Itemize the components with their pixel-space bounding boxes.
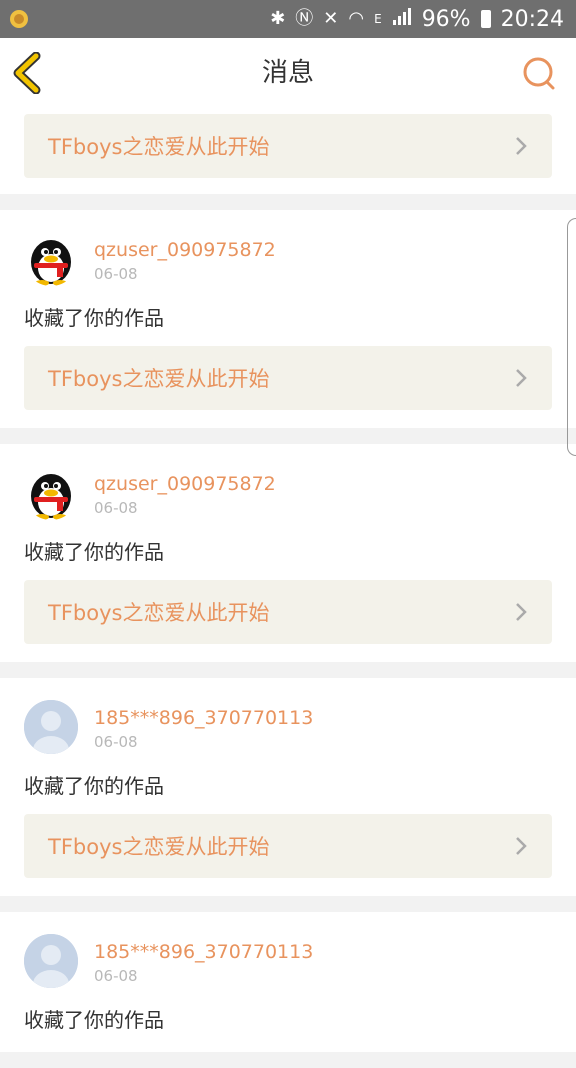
page-title: 消息 [261, 58, 314, 88]
avatar[interactable] [24, 466, 78, 520]
message-date: 06-08 [94, 733, 138, 751]
network-type: E [374, 12, 382, 26]
default-avatar-icon [24, 934, 78, 988]
avatar[interactable] [24, 934, 78, 988]
bluetooth-icon: ✱ [270, 8, 286, 29]
username[interactable]: qzuser_090975872 [94, 472, 276, 496]
message-card: qzuser_090975872 06-08 收藏了你的作品 TFboys之恋爱… [0, 210, 576, 428]
message-card: 185***896_370770113 06-08 收藏了你的作品 [0, 912, 576, 1052]
work-link[interactable]: TFboys之恋爱从此开始 [24, 114, 552, 178]
work-link[interactable]: TFboys之恋爱从此开始 [24, 580, 552, 644]
work-title: TFboys之恋爱从此开始 [48, 601, 270, 625]
avatar[interactable] [24, 232, 78, 286]
message-date: 06-08 [94, 265, 138, 283]
username[interactable]: qzuser_090975872 [94, 238, 276, 262]
message-card: qzuser_090975872 06-08 收藏了你的作品 TFboys之恋爱… [0, 444, 576, 662]
battery-icon [480, 10, 491, 28]
work-title: TFboys之恋爱从此开始 [48, 135, 270, 159]
message-action: 收藏了你的作品 [24, 306, 164, 330]
message-action: 收藏了你的作品 [24, 1008, 164, 1032]
message-date: 06-08 [94, 967, 138, 985]
chevron-right-icon [516, 369, 527, 387]
chevron-right-icon [516, 837, 527, 855]
avatar[interactable] [24, 700, 78, 754]
chevron-right-icon [516, 137, 527, 155]
search-icon [523, 57, 555, 90]
username[interactable]: 185***896_370770113 [94, 706, 313, 730]
clock: 20:24 [500, 6, 564, 32]
status-bar: ✱ Ⓝ ✕ ◠ E 96% 20:24 [0, 0, 576, 38]
message-card: TFboys之恋爱从此开始 [0, 108, 576, 194]
mute-icon: ✕ [323, 8, 339, 29]
default-avatar-icon [24, 700, 78, 754]
message-list[interactable]: TFboys之恋爱从此开始 qzuser_090975872 06-08 收藏了… [0, 108, 576, 1068]
work-title: TFboys之恋爱从此开始 [48, 367, 270, 391]
work-link[interactable]: TFboys之恋爱从此开始 [24, 814, 552, 878]
work-link[interactable]: TFboys之恋爱从此开始 [24, 346, 552, 410]
username[interactable]: 185***896_370770113 [94, 940, 313, 964]
message-date: 06-08 [94, 499, 138, 517]
signal-icon [392, 6, 412, 32]
message-action: 收藏了你的作品 [24, 540, 164, 564]
chevron-right-icon [516, 603, 527, 621]
search-button[interactable] [522, 56, 556, 90]
work-title: TFboys之恋爱从此开始 [48, 835, 270, 859]
app-header: 消息 [0, 38, 576, 109]
message-action: 收藏了你的作品 [24, 774, 164, 798]
message-card: 185***896_370770113 06-08 收藏了你的作品 TFboys… [0, 678, 576, 896]
scrollbar[interactable] [567, 218, 576, 456]
notification-icon [8, 8, 30, 30]
nfc-icon: Ⓝ [295, 8, 314, 29]
penguin-avatar-icon [24, 232, 78, 286]
battery-percent: 96% [421, 6, 471, 32]
wifi-icon: ◠ [348, 8, 365, 29]
penguin-avatar-icon [24, 466, 78, 520]
